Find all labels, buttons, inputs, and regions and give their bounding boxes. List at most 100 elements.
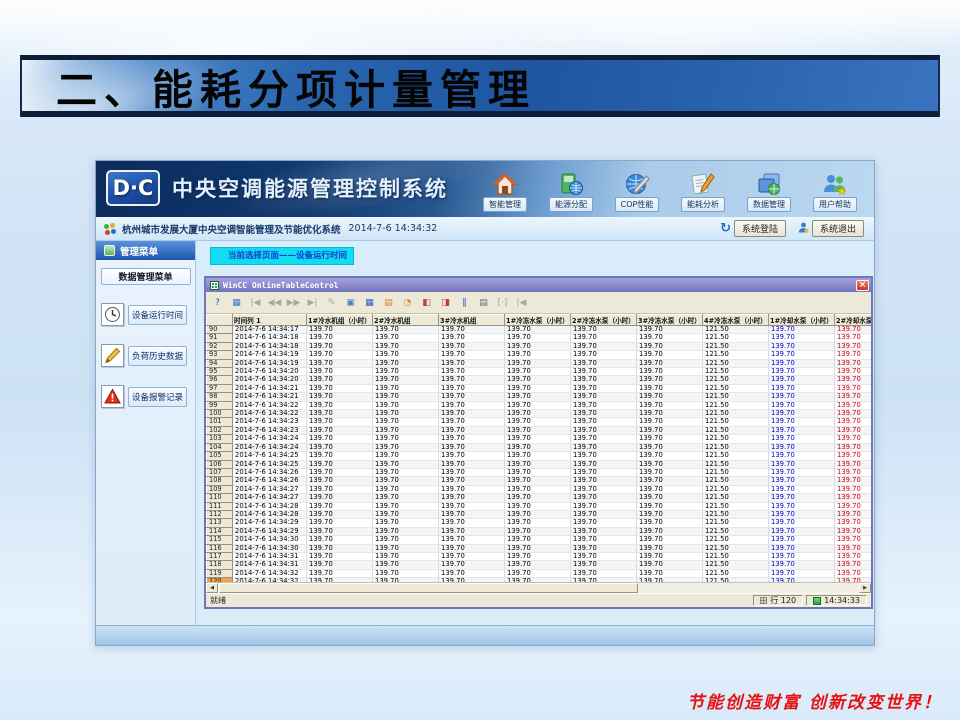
table-row[interactable]: 982014-7-6 14:34:21139.70139.70139.70139…: [207, 393, 872, 401]
value-cell: 139.70: [373, 561, 439, 569]
scroll-left-icon[interactable]: ◀: [206, 583, 218, 593]
users-icon: [820, 170, 850, 197]
value-cell: 139.70: [769, 485, 835, 493]
column-select-icon[interactable]: ▦: [361, 294, 378, 311]
nav-item-data-management[interactable]: 数据管理: [736, 165, 802, 215]
scrollbar-thumb[interactable]: [219, 583, 638, 593]
table-row[interactable]: 952014-7-6 14:34:20139.70139.70139.70139…: [207, 368, 872, 376]
wincc-titlebar[interactable]: WinCC OnlineTableControl ×: [206, 278, 871, 292]
system-login-button[interactable]: 系统登陆: [734, 220, 786, 237]
export-start-icon[interactable]: ◧: [418, 294, 435, 311]
table-row[interactable]: 1122014-7-6 14:34:28139.70139.70139.7013…: [207, 510, 872, 518]
value-cell: 121.50: [703, 426, 769, 434]
table-row[interactable]: 1052014-7-6 14:34:25139.70139.70139.7013…: [207, 452, 872, 460]
table-row[interactable]: 1082014-7-6 14:34:26139.70139.70139.7013…: [207, 477, 872, 485]
scroll-right-icon[interactable]: ▶: [859, 583, 871, 593]
value-cell: 139.70: [835, 359, 872, 367]
value-cell: 139.70: [769, 334, 835, 342]
table-row[interactable]: 1002014-7-6 14:34:22139.70139.70139.7013…: [207, 410, 872, 418]
pause-icon[interactable]: ‖: [456, 294, 473, 311]
row-number: 114: [207, 527, 233, 535]
table-row[interactable]: 1072014-7-6 14:34:26139.70139.70139.7013…: [207, 468, 872, 476]
table-row[interactable]: 922014-7-6 14:34:18139.70139.70139.70139…: [207, 342, 872, 350]
time-cell: 2014-7-6 14:34:21: [233, 384, 307, 392]
export-next-icon[interactable]: ◨: [437, 294, 454, 311]
nav-item-energy-analysis[interactable]: 能耗分析: [670, 165, 736, 215]
table-row[interactable]: 1112014-7-6 14:34:28139.70139.70139.7013…: [207, 502, 872, 510]
value-cell: 139.70: [835, 485, 872, 493]
value-cell: 139.70: [505, 443, 571, 451]
table-row[interactable]: 992014-7-6 14:34:22139.70139.70139.70139…: [207, 401, 872, 409]
nav-item-smart-management[interactable]: 智能管理: [472, 165, 538, 215]
brand: D·C 中央空调能源管理控制系统: [106, 170, 448, 206]
row-number: 117: [207, 552, 233, 560]
table-row[interactable]: 1132014-7-6 14:34:29139.70139.70139.7013…: [207, 519, 872, 527]
sidebar-item-label[interactable]: 负荷历史数据: [128, 346, 187, 366]
sidebar-section-button[interactable]: 数据管理菜单: [101, 268, 191, 285]
row-number: 100: [207, 410, 233, 418]
energy-icon: [556, 170, 586, 197]
table-row[interactable]: 1152014-7-6 14:34:30139.70139.70139.7013…: [207, 536, 872, 544]
value-cell: 139.70: [571, 569, 637, 577]
system-logout-button[interactable]: 系统退出: [812, 220, 864, 237]
table-row[interactable]: 1102014-7-6 14:34:27139.70139.70139.7013…: [207, 494, 872, 502]
print-icon[interactable]: ▤: [475, 294, 492, 311]
sidebar-item-label[interactable]: 设备运行时间: [128, 305, 187, 325]
table-row[interactable]: 1012014-7-6 14:34:23139.70139.70139.7013…: [207, 418, 872, 426]
nav-item-user-help[interactable]: 用户帮助: [802, 165, 868, 215]
row-number: 112: [207, 510, 233, 518]
table-row[interactable]: 1062014-7-6 14:34:25139.70139.70139.7013…: [207, 460, 872, 468]
nav-label[interactable]: 能源分配: [549, 197, 593, 212]
table-row[interactable]: 1182014-7-6 14:34:31139.70139.70139.7013…: [207, 561, 872, 569]
value-cell: 121.50: [703, 435, 769, 443]
table-row[interactable]: 1042014-7-6 14:34:24139.70139.70139.7013…: [207, 443, 872, 451]
value-cell: 139.70: [835, 544, 872, 552]
value-cell: 139.70: [769, 468, 835, 476]
table-row[interactable]: 902014-7-6 14:34:17139.70139.70139.70139…: [207, 326, 872, 334]
value-cell: 139.70: [571, 502, 637, 510]
table-row[interactable]: 1032014-7-6 14:34:24139.70139.70139.7013…: [207, 435, 872, 443]
table-row[interactable]: 1162014-7-6 14:34:30139.70139.70139.7013…: [207, 544, 872, 552]
value-cell: 139.70: [373, 384, 439, 392]
data-connect-icon[interactable]: ▦: [228, 294, 245, 311]
table-row[interactable]: 1142014-7-6 14:34:29139.70139.70139.7013…: [207, 527, 872, 535]
value-cell: 139.70: [439, 435, 505, 443]
value-cell: 139.70: [505, 460, 571, 468]
copy-icon[interactable]: ▣: [342, 294, 359, 311]
sidebar-header: 管理菜单: [96, 241, 195, 260]
table-row[interactable]: 1092014-7-6 14:34:27139.70139.70139.7013…: [207, 485, 872, 493]
table-row[interactable]: 972014-7-6 14:34:21139.70139.70139.70139…: [207, 384, 872, 392]
table-row[interactable]: 942014-7-6 14:34:19139.70139.70139.70139…: [207, 359, 872, 367]
value-cell: 139.70: [439, 410, 505, 418]
table-row[interactable]: 1192014-7-6 14:34:32139.70139.70139.7013…: [207, 569, 872, 577]
table-row[interactable]: 912014-7-6 14:34:18139.70139.70139.70139…: [207, 334, 872, 342]
archive-icon[interactable]: ▤: [380, 294, 397, 311]
nav-item-energy-allocation[interactable]: 能源分配: [538, 165, 604, 215]
nav-item-cop-performance[interactable]: COP性能: [604, 165, 670, 215]
nav-label[interactable]: 智能管理: [483, 197, 527, 212]
nav-label[interactable]: 用户帮助: [813, 197, 857, 212]
nav-label[interactable]: 数据管理: [747, 197, 791, 212]
nav-label[interactable]: COP性能: [615, 197, 660, 212]
horizontal-scrollbar[interactable]: ◀ ▶: [206, 582, 871, 593]
value-cell: 139.70: [373, 334, 439, 342]
sidebar-item-device-alarms[interactable]: 设备报警记录: [101, 385, 195, 408]
sidebar-item-load-history[interactable]: 负荷历史数据: [101, 344, 195, 367]
table-row[interactable]: 1022014-7-6 14:34:23139.70139.70139.7013…: [207, 426, 872, 434]
table-row[interactable]: 932014-7-6 14:34:19139.70139.70139.70139…: [207, 351, 872, 359]
value-cell: 139.70: [505, 418, 571, 426]
close-icon[interactable]: ×: [856, 280, 869, 291]
time-select-icon[interactable]: ◔: [399, 294, 416, 311]
help-icon[interactable]: ?: [209, 294, 226, 311]
sidebar-item-label[interactable]: 设备报警记录: [128, 387, 187, 407]
value-cell: 139.70: [439, 359, 505, 367]
table-row[interactable]: 962014-7-6 14:34:20139.70139.70139.70139…: [207, 376, 872, 384]
value-cell: 139.70: [307, 384, 373, 392]
table-row[interactable]: 1172014-7-6 14:34:31139.70139.70139.7013…: [207, 552, 872, 560]
value-cell: 139.70: [571, 485, 637, 493]
nav-label[interactable]: 能耗分析: [681, 197, 725, 212]
value-cell: 121.50: [703, 460, 769, 468]
value-cell: 139.70: [769, 410, 835, 418]
value-cell: 139.70: [769, 401, 835, 409]
sidebar-item-device-runtime[interactable]: 设备运行时间: [101, 303, 195, 326]
